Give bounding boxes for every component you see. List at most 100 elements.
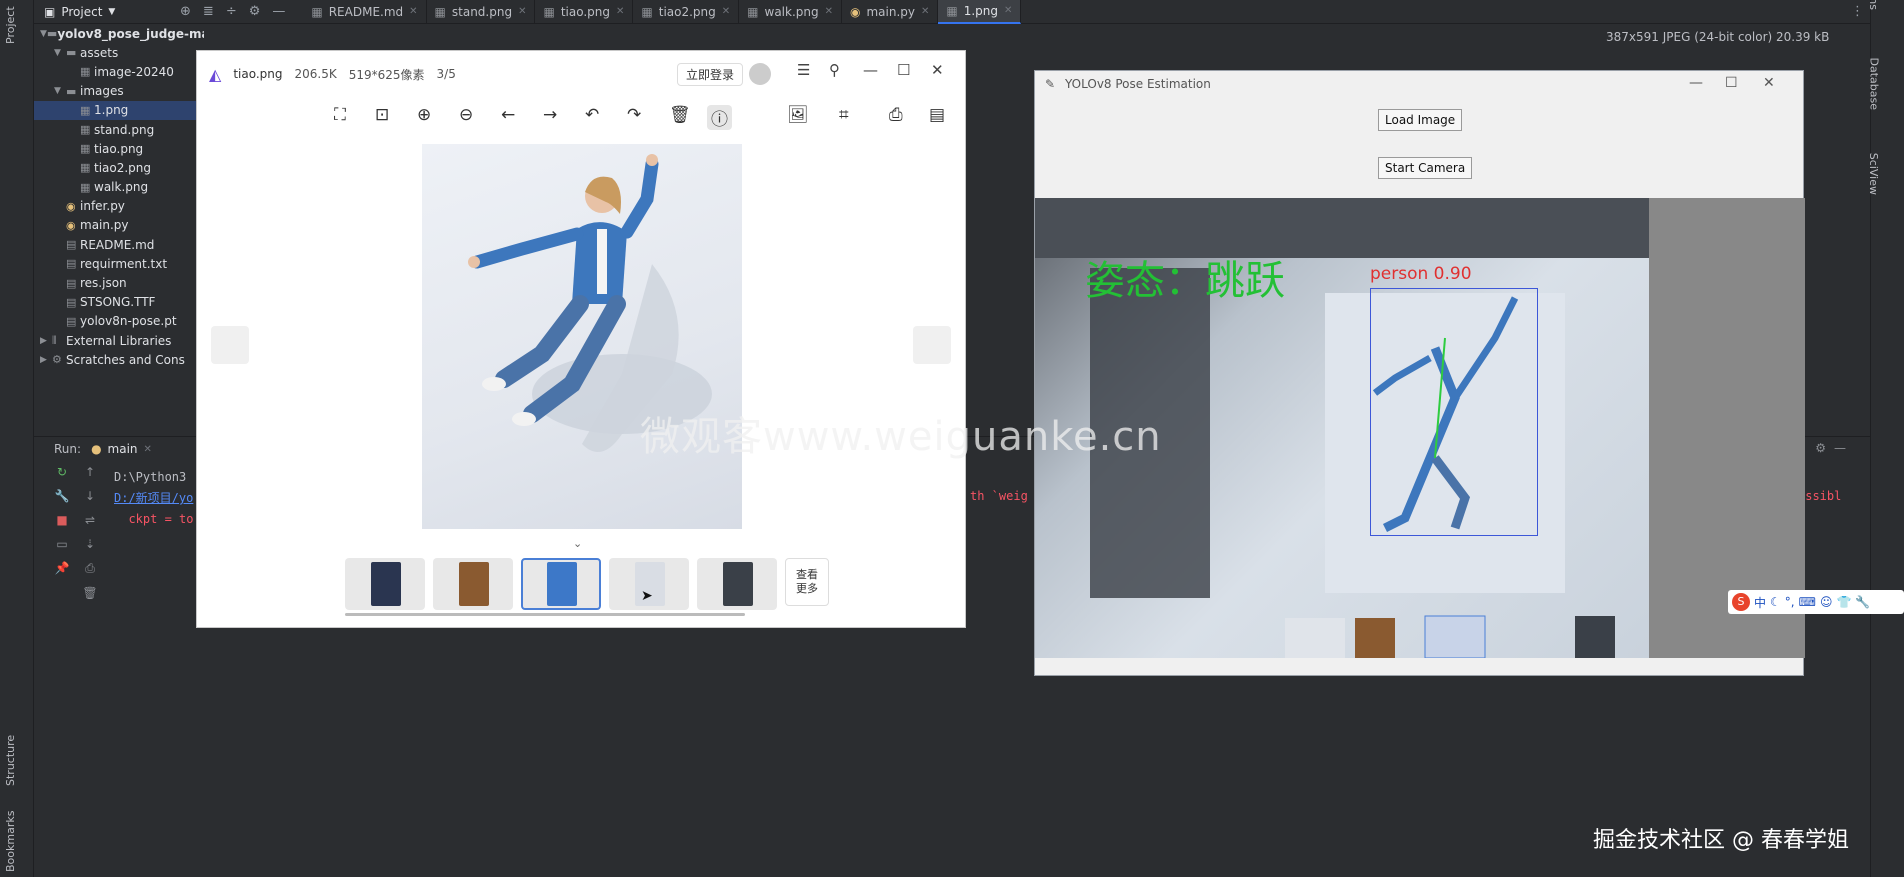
tree-item[interactable]: ▦ 1.png [34,100,204,120]
arrow-up-icon[interactable]: ↑ [85,465,95,479]
zoom-in-icon[interactable]: ⊕ [417,105,431,125]
sciview-tool-tab[interactable]: SciView [1867,153,1880,195]
rerun-icon[interactable]: ↻ [57,465,67,479]
gear-icon[interactable]: ⚙ [243,4,267,19]
wrench-icon[interactable]: 🔧 [55,489,70,503]
thumbnail[interactable]: ➤ [609,558,689,610]
menu-icon[interactable]: ☰ [797,61,810,79]
scroll-end-icon[interactable]: ⇣ [85,537,95,551]
tree-item[interactable]: ▼ ▬ images [34,82,204,101]
close-icon[interactable]: ✕ [1004,5,1012,16]
image-edit-icon[interactable]: 🖼 [787,105,809,125]
close-icon[interactable]: ✕ [616,6,624,17]
wrench-icon[interactable]: 🔧 [1855,595,1870,609]
close-window-icon[interactable]: ✕ [1763,75,1775,91]
print-icon[interactable]: ⎙ [889,105,903,125]
arrow-down-icon[interactable]: ↓ [85,489,95,503]
prev-image-button[interactable] [211,326,249,364]
project-tool-tab[interactable]: Project [4,6,17,44]
collapse-all-icon[interactable]: ≣ [197,4,220,19]
expand-icon[interactable]: ÷ [220,4,243,19]
minimize-window-icon[interactable]: — [1689,75,1703,91]
close-icon[interactable]: ✕ [409,6,417,17]
tree-item[interactable]: ▦ walk.png [34,178,204,197]
trash-icon[interactable]: 🗑 [82,586,97,600]
target-icon[interactable]: ⊕ [174,4,197,19]
info-icon[interactable]: ⓘ [707,105,732,130]
login-button[interactable]: 立即登录 [677,63,744,86]
more-vertical-icon[interactable]: ⋮ [1845,4,1870,19]
tree-item[interactable]: ▶ ⫴ External Libraries [34,331,204,350]
close-window-icon[interactable]: ✕ [931,61,944,79]
console-line[interactable]: D:/新项目/yo [114,488,193,509]
rotate-right-icon[interactable]: ↷ [627,105,641,125]
thumbnail[interactable] [433,558,513,610]
minimize-window-icon[interactable]: — [863,61,878,79]
actual-size-icon[interactable]: ⊡ [375,105,389,125]
chevron-down-icon[interactable]: ⌄ [573,537,582,550]
arrow-right-icon[interactable]: → [543,105,557,125]
maximize-window-icon[interactable]: ☐ [1725,75,1738,91]
thumbnail[interactable] [345,558,425,610]
maximize-window-icon[interactable]: ☐ [897,61,910,79]
tree-item[interactable]: ▤ requirment.txt [34,254,204,273]
tree-item[interactable]: ▦ tiao.png [34,139,204,158]
minimize-icon[interactable]: — [1834,441,1846,455]
editor-tab[interactable]: ▦ stand.png ✕ [427,0,536,24]
trash-icon[interactable]: 🗑 [669,105,691,125]
zoom-out-icon[interactable]: ⊖ [459,105,473,125]
editor-tab[interactable]: ▦ README.md ✕ [303,0,427,24]
crop-icon[interactable]: ⌗ [839,105,849,125]
stop-icon[interactable]: ■ [56,513,67,527]
chevron-right-icon[interactable]: ▶ [40,336,52,346]
pin-icon[interactable]: 📌 [55,561,70,575]
load-image-button[interactable]: Load Image [1378,109,1463,131]
tree-item[interactable]: ▼ ▬ assets [34,43,204,62]
ime-toolbar[interactable]: S 中 ☾ °, ⌨ ☺ 👕 🔧 [1728,590,1904,614]
minimize-panel-icon[interactable]: — [266,4,291,19]
editor-tab[interactable]: ▦ walk.png ✕ [739,0,842,24]
start-camera-button[interactable]: Start Camera [1378,157,1473,179]
tree-item[interactable]: ◉ infer.py [34,197,204,216]
chevron-right-icon[interactable]: ▶ [40,355,52,365]
close-icon[interactable]: ✕ [518,6,526,17]
tree-item[interactable]: ▤ README.md [34,235,204,254]
rotate-left-icon[interactable]: ↶ [585,105,599,125]
close-icon[interactable]: ✕ [722,6,730,17]
save-icon[interactable]: ▤ [929,105,945,125]
tree-item[interactable]: ▤ STSONG.TTF [34,293,204,312]
structure-tool-tab[interactable]: Structure [4,735,17,786]
chevron-down-icon[interactable]: ▼ [54,48,66,58]
tree-item[interactable]: ▼▬yolov8_pose_judge-mainD:\新项目\yolov8_po… [34,24,204,43]
print-icon[interactable]: ⎙ [85,561,95,576]
editor-tab[interactable]: ▦ 1.png ✕ [938,0,1022,24]
tree-item[interactable]: ▦ tiao2.png [34,158,204,177]
keyboard-icon[interactable]: ⌨ [1799,595,1816,609]
tree-item[interactable]: ◉ main.py [34,216,204,235]
project-dropdown[interactable]: ▣ Project ▼ [34,5,174,19]
view-more-button[interactable]: 查看 更多 [785,558,829,606]
close-icon[interactable]: ✕ [921,6,929,17]
chevron-down-icon[interactable]: ▼ [40,29,47,39]
thumbnail[interactable] [697,558,777,610]
thumbnail[interactable] [521,558,601,610]
editor-tab[interactable]: ▦ tiao2.png ✕ [633,0,740,24]
bookmarks-tool-tab[interactable]: Bookmarks [4,811,17,872]
tree-item[interactable]: ▶ ⚙ Scratches and Cons [34,350,204,369]
fullscreen-icon[interactable]: ⛶ [334,105,346,125]
tree-item[interactable]: ▤ res.json [34,273,204,292]
pin-icon[interactable]: ⚲ [829,61,840,79]
avatar[interactable] [749,63,771,85]
gear-icon[interactable]: ⚙ [1815,441,1826,455]
user-icon[interactable]: ☺ [1820,595,1833,609]
tree-item[interactable]: ▦ image-20240 [34,62,204,81]
thumbnail-scrollbar[interactable] [345,613,745,616]
database-tool-tab[interactable]: Database [1867,58,1880,111]
soft-wrap-icon[interactable]: ⇌ [85,513,95,527]
moon-icon[interactable]: ☾ [1770,595,1781,609]
close-icon[interactable]: ✕ [825,6,833,17]
layout-icon[interactable]: ▭ [56,537,67,551]
run-tab-main[interactable]: ● main ✕ [91,442,152,456]
punctuation-icon[interactable]: °, [1785,595,1795,609]
tree-item[interactable]: ▦ stand.png [34,120,204,139]
